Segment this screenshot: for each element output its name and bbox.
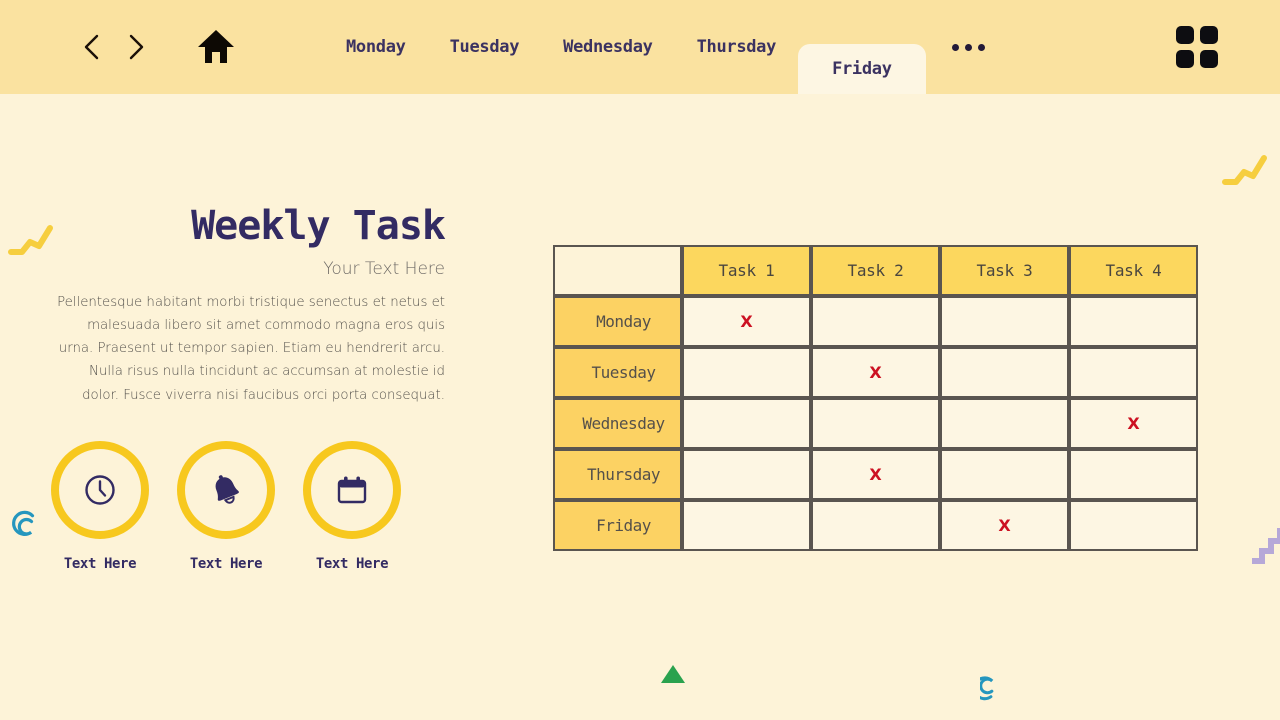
weekly-task-table: Task 1 Task 2 Task 3 Task 4 Monday X Tue… xyxy=(553,245,1198,551)
table-header-row: Task 1 Task 2 Task 3 Task 4 xyxy=(553,245,1198,296)
cell-thursday-task-3[interactable] xyxy=(940,449,1069,500)
task-mark: X xyxy=(1127,414,1140,433)
navigation-controls xyxy=(0,0,246,94)
cell-tuesday-task-1[interactable] xyxy=(682,347,811,398)
clock-icon xyxy=(85,474,115,505)
tab-wednesday[interactable]: Wednesday xyxy=(541,0,674,94)
ellipsis-icon xyxy=(977,43,985,51)
cell-wednesday-task-1[interactable] xyxy=(682,398,811,449)
icon-ring xyxy=(177,440,275,539)
cell-wednesday-task-4[interactable]: X xyxy=(1069,398,1198,449)
zigzag-line-right-decoration xyxy=(1222,155,1267,185)
back-button[interactable] xyxy=(70,19,114,75)
tab-tuesday[interactable]: Tuesday xyxy=(428,0,542,94)
column-header-task-1[interactable]: Task 1 xyxy=(682,245,811,296)
home-icon xyxy=(198,30,234,63)
cell-monday-task-4[interactable] xyxy=(1069,296,1198,347)
cell-tuesday-task-4[interactable] xyxy=(1069,347,1198,398)
cell-thursday-task-2[interactable]: X xyxy=(811,449,940,500)
task-mark: X xyxy=(740,312,753,331)
row-header-monday[interactable]: Monday xyxy=(553,296,682,347)
feature-caption: Text Here xyxy=(189,555,263,572)
row-header-wednesday[interactable]: Wednesday xyxy=(553,398,682,449)
cell-friday-task-3[interactable]: X xyxy=(940,500,1069,551)
column-header-task-4[interactable]: Task 4 xyxy=(1069,245,1198,296)
tab-friday[interactable]: Friday xyxy=(798,44,926,94)
cell-tuesday-task-3[interactable] xyxy=(940,347,1069,398)
more-tabs-button[interactable] xyxy=(926,0,1011,94)
cell-thursday-task-4[interactable] xyxy=(1069,449,1198,500)
tab-thursday[interactable]: Thursday xyxy=(675,0,798,94)
task-mark: X xyxy=(998,516,1011,535)
column-header-task-2[interactable]: Task 2 xyxy=(811,245,940,296)
cell-friday-task-2[interactable] xyxy=(811,500,940,551)
cell-friday-task-1[interactable] xyxy=(682,500,811,551)
forward-button[interactable] xyxy=(114,19,158,75)
icon-ring xyxy=(51,440,149,539)
grid-apps-icon xyxy=(1176,26,1218,68)
cell-monday-task-2[interactable] xyxy=(811,296,940,347)
feature-caption: Text Here xyxy=(315,555,389,572)
home-button[interactable] xyxy=(186,19,246,75)
ellipsis-icon xyxy=(964,43,972,51)
feature-item-clock[interactable]: Text Here xyxy=(50,440,150,572)
row-header-tuesday[interactable]: Tuesday xyxy=(553,347,682,398)
task-mark: X xyxy=(869,465,882,484)
cell-thursday-task-1[interactable] xyxy=(682,449,811,500)
staircase-right-decoration xyxy=(1252,528,1280,564)
cell-monday-task-1[interactable]: X xyxy=(682,296,811,347)
task-mark: X xyxy=(869,363,882,382)
cell-monday-task-3[interactable] xyxy=(940,296,1069,347)
triangle-decoration xyxy=(661,665,685,683)
feature-item-calendar[interactable]: Text Here xyxy=(302,440,402,572)
chevron-left-icon xyxy=(84,34,99,60)
intro-panel: Weekly Task Your Text Here Pellentesque … xyxy=(0,94,500,720)
bell-icon xyxy=(215,474,239,504)
table-row: Thursday X xyxy=(553,449,1198,500)
table-row: Monday X xyxy=(553,296,1198,347)
tab-monday[interactable]: Monday xyxy=(324,0,428,94)
apps-grid-button[interactable] xyxy=(1176,0,1218,94)
spiral-bottom-decoration xyxy=(980,676,994,701)
icon-ring xyxy=(303,440,401,539)
weekly-task-table-container: Task 1 Task 2 Task 3 Task 4 Monday X Tue… xyxy=(553,245,1198,551)
page-title: Weekly Task xyxy=(191,203,446,249)
column-header-task-3[interactable]: Task 3 xyxy=(940,245,1069,296)
description-paragraph: Pellentesque habitant morbi tristique se… xyxy=(57,295,445,403)
cell-wednesday-task-3[interactable] xyxy=(940,398,1069,449)
calendar-icon xyxy=(337,476,367,503)
day-tab-bar: Monday Tuesday Wednesday Thursday Friday xyxy=(324,0,1011,94)
row-header-friday[interactable]: Friday xyxy=(553,500,682,551)
table-row: Wednesday X xyxy=(553,398,1198,449)
cell-tuesday-task-2[interactable]: X xyxy=(811,347,940,398)
chevron-right-icon xyxy=(129,34,144,60)
browser-top-bar: Monday Tuesday Wednesday Thursday Friday xyxy=(0,0,1280,94)
page-subtitle: Your Text Here xyxy=(323,259,445,279)
table-row: Tuesday X xyxy=(553,347,1198,398)
table-corner-cell xyxy=(553,245,682,296)
cell-friday-task-4[interactable] xyxy=(1069,500,1198,551)
feature-icon-row: Text Here Text Here Text Here xyxy=(0,440,500,572)
feature-caption: Text Here xyxy=(63,555,137,572)
ellipsis-icon xyxy=(951,43,959,51)
cell-wednesday-task-2[interactable] xyxy=(811,398,940,449)
feature-item-bell[interactable]: Text Here xyxy=(176,440,276,572)
row-header-thursday[interactable]: Thursday xyxy=(553,449,682,500)
table-row: Friday X xyxy=(553,500,1198,551)
